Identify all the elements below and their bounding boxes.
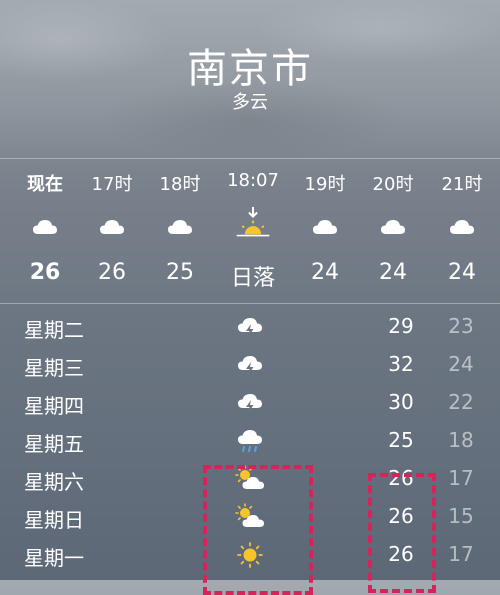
day-low: 17 [448, 466, 474, 490]
day-low: 23 [448, 314, 474, 338]
hour-time: 21时 [441, 174, 483, 195]
header: 南京市 多云 [0, 0, 500, 158]
hour-temp: 24 [448, 260, 476, 285]
cloud-icon [100, 220, 124, 234]
day-high: 32 [388, 352, 414, 376]
cloud-icon [381, 220, 405, 234]
cloud-icon [33, 220, 57, 234]
divider [0, 158, 500, 159]
day-low: 24 [448, 352, 474, 376]
sunset-icon [236, 207, 270, 237]
day-high: 29 [388, 314, 414, 338]
hour-item: 20时 24 [358, 160, 428, 300]
thunderstorm-icon [238, 318, 262, 338]
hourly-forecast[interactable]: 现在 26 17时 26 18时 25 18:07 日落 19时 24 20时 … [0, 160, 500, 300]
hour-item: 18时 25 [145, 160, 215, 300]
day-low: 22 [448, 390, 474, 414]
day-high: 25 [388, 428, 414, 452]
day-row: 星期二 29 23 [0, 310, 500, 348]
day-name: 星期二 [24, 318, 84, 342]
hour-temp: 26 [29, 260, 61, 285]
cloud-icon [313, 220, 337, 234]
hour-temp: 26 [98, 260, 126, 285]
hour-time: 17时 [91, 174, 133, 195]
hour-item: 17时 26 [77, 160, 147, 300]
day-name: 星期三 [24, 356, 84, 380]
cloud-icon [450, 220, 474, 234]
day-name: 星期一 [24, 546, 84, 570]
highlight-box-temps [368, 473, 436, 593]
current-condition: 多云 [232, 92, 268, 113]
day-row: 星期五 25 18 [0, 424, 500, 462]
divider [0, 303, 500, 304]
day-row: 星期四 30 22 [0, 386, 500, 424]
day-name: 星期四 [24, 394, 84, 418]
hour-time: 18:07 [227, 170, 279, 191]
rain-icon [238, 430, 262, 452]
hour-temp: 24 [379, 260, 407, 285]
hour-temp: 25 [166, 260, 194, 285]
hour-item: 21时 24 [427, 160, 497, 300]
thunderstorm-icon [238, 356, 262, 376]
day-low: 17 [448, 542, 474, 566]
hour-time: 18时 [159, 174, 201, 195]
day-name: 星期日 [24, 508, 84, 532]
day-low: 15 [448, 504, 474, 528]
city-name: 南京市 [187, 46, 313, 92]
hour-item: 18:07 日落 [218, 160, 288, 300]
day-row: 星期三 32 24 [0, 348, 500, 386]
day-low: 18 [448, 428, 474, 452]
cloud-icon [168, 220, 192, 234]
hour-temp: 24 [311, 260, 339, 285]
day-name: 星期六 [24, 470, 84, 494]
hour-item: 19时 24 [290, 160, 360, 300]
day-high: 30 [388, 390, 414, 414]
thunderstorm-icon [238, 394, 262, 414]
hour-time: 现在 [27, 174, 63, 195]
hour-item: 现在 26 [10, 160, 80, 300]
hour-temp: 日落 [230, 266, 275, 291]
day-name: 星期五 [24, 432, 84, 456]
hour-time: 19时 [304, 174, 346, 195]
hour-time: 20时 [372, 174, 414, 195]
highlight-box-icons [203, 465, 313, 595]
